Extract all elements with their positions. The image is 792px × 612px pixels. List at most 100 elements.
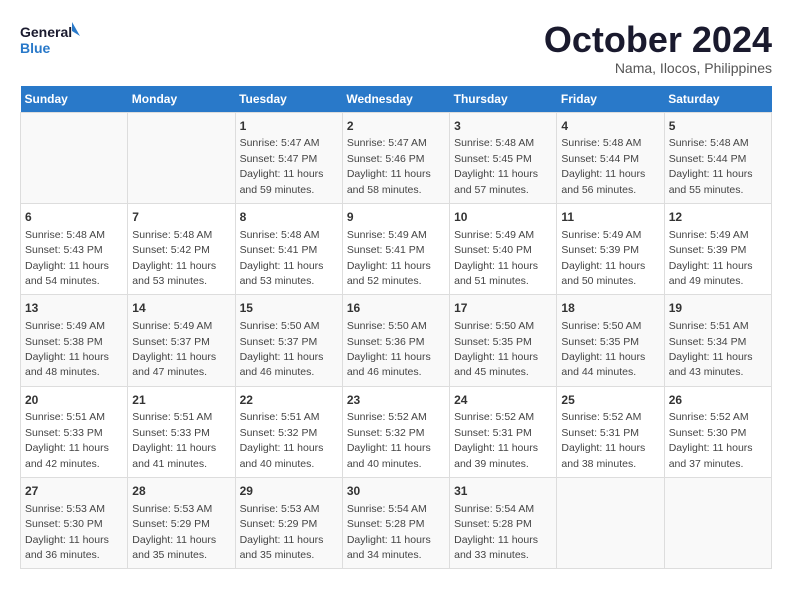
calendar-cell: 26Sunrise: 5:52 AM Sunset: 5:30 PM Dayli… bbox=[664, 386, 771, 477]
day-info: Sunrise: 5:52 AM Sunset: 5:30 PM Dayligh… bbox=[669, 411, 753, 469]
day-number: 10 bbox=[454, 209, 552, 226]
day-info: Sunrise: 5:52 AM Sunset: 5:31 PM Dayligh… bbox=[561, 411, 645, 469]
calendar-cell: 24 Sunrise: 5:52 AM Sunset: 5:31 PM Dayli… bbox=[450, 386, 557, 477]
week-row-2: 6Sunrise: 5:48 AM Sunset: 5:43 PM Daylig… bbox=[21, 203, 772, 294]
day-number: 22 bbox=[240, 392, 338, 409]
day-info: Sunrise: 5:50 AM Sunset: 5:35 PM Dayligh… bbox=[454, 320, 538, 378]
calendar-cell bbox=[21, 112, 128, 203]
day-number: 7 bbox=[132, 209, 230, 226]
calendar-cell bbox=[557, 478, 664, 569]
header: General Blue October 2024 Nama, Ilocos, … bbox=[20, 20, 772, 76]
day-number: 21 bbox=[132, 392, 230, 409]
day-number: 14 bbox=[132, 300, 230, 317]
calendar-cell: 1 Sunrise: 5:47 AM Sunset: 5:47 PM Daylig… bbox=[235, 112, 342, 203]
calendar-cell: 2 Sunrise: 5:47 AM Sunset: 5:46 PM Daylig… bbox=[342, 112, 449, 203]
weekday-header-thursday: Thursday bbox=[450, 86, 557, 113]
calendar-cell: 14 Sunrise: 5:49 AM Sunset: 5:37 PM Dayli… bbox=[128, 295, 235, 386]
day-info: Sunrise: 5:47 AM Sunset: 5:47 PM Dayligh… bbox=[240, 137, 324, 195]
day-number: 31 bbox=[454, 483, 552, 500]
day-number: 29 bbox=[240, 483, 338, 500]
day-info: Sunrise: 5:48 AM Sunset: 5:42 PM Dayligh… bbox=[132, 229, 216, 287]
day-info: Sunrise: 5:48 AM Sunset: 5:44 PM Dayligh… bbox=[669, 137, 753, 195]
calendar-cell: 28 Sunrise: 5:53 AM Sunset: 5:29 PM Dayli… bbox=[128, 478, 235, 569]
week-row-3: 13Sunrise: 5:49 AM Sunset: 5:38 PM Dayli… bbox=[21, 295, 772, 386]
calendar-cell: 29 Sunrise: 5:53 AM Sunset: 5:29 PM Dayli… bbox=[235, 478, 342, 569]
day-info: Sunrise: 5:48 AM Sunset: 5:43 PM Dayligh… bbox=[25, 229, 109, 287]
day-number: 17 bbox=[454, 300, 552, 317]
calendar-cell: 6Sunrise: 5:48 AM Sunset: 5:43 PM Daylig… bbox=[21, 203, 128, 294]
day-info: Sunrise: 5:54 AM Sunset: 5:28 PM Dayligh… bbox=[347, 503, 431, 561]
day-info: Sunrise: 5:49 AM Sunset: 5:41 PM Dayligh… bbox=[347, 229, 431, 287]
day-info: Sunrise: 5:49 AM Sunset: 5:40 PM Dayligh… bbox=[454, 229, 538, 287]
month-title: October 2024 bbox=[544, 20, 772, 60]
day-info: Sunrise: 5:50 AM Sunset: 5:37 PM Dayligh… bbox=[240, 320, 324, 378]
calendar-cell: 16 Sunrise: 5:50 AM Sunset: 5:36 PM Dayli… bbox=[342, 295, 449, 386]
calendar-cell: 27Sunrise: 5:53 AM Sunset: 5:30 PM Dayli… bbox=[21, 478, 128, 569]
week-row-4: 20Sunrise: 5:51 AM Sunset: 5:33 PM Dayli… bbox=[21, 386, 772, 477]
calendar-table: SundayMondayTuesdayWednesdayThursdayFrid… bbox=[20, 86, 772, 570]
location-subtitle: Nama, Ilocos, Philippines bbox=[544, 60, 772, 76]
weekday-header-friday: Friday bbox=[557, 86, 664, 113]
svg-text:Blue: Blue bbox=[20, 40, 51, 56]
logo: General Blue bbox=[20, 20, 80, 60]
svg-text:General: General bbox=[20, 24, 72, 40]
calendar-cell: 19 Sunrise: 5:51 AM Sunset: 5:34 PM Dayli… bbox=[664, 295, 771, 386]
day-number: 16 bbox=[347, 300, 445, 317]
calendar-cell: 3 Sunrise: 5:48 AM Sunset: 5:45 PM Daylig… bbox=[450, 112, 557, 203]
day-number: 3 bbox=[454, 118, 552, 135]
day-info: Sunrise: 5:50 AM Sunset: 5:36 PM Dayligh… bbox=[347, 320, 431, 378]
day-info: Sunrise: 5:48 AM Sunset: 5:45 PM Dayligh… bbox=[454, 137, 538, 195]
calendar-cell: 4 Sunrise: 5:48 AM Sunset: 5:44 PM Daylig… bbox=[557, 112, 664, 203]
day-number: 4 bbox=[561, 118, 659, 135]
logo-svg: General Blue bbox=[20, 20, 80, 60]
day-info: Sunrise: 5:53 AM Sunset: 5:29 PM Dayligh… bbox=[132, 503, 216, 561]
day-number: 19 bbox=[669, 300, 767, 317]
day-info: Sunrise: 5:53 AM Sunset: 5:29 PM Dayligh… bbox=[240, 503, 324, 561]
day-info: Sunrise: 5:49 AM Sunset: 5:37 PM Dayligh… bbox=[132, 320, 216, 378]
calendar-cell: 8 Sunrise: 5:48 AM Sunset: 5:41 PM Daylig… bbox=[235, 203, 342, 294]
day-number: 25 bbox=[561, 392, 659, 409]
day-info: Sunrise: 5:49 AM Sunset: 5:38 PM Dayligh… bbox=[25, 320, 109, 378]
day-number: 5 bbox=[669, 118, 767, 135]
day-info: Sunrise: 5:51 AM Sunset: 5:32 PM Dayligh… bbox=[240, 411, 324, 469]
day-number: 8 bbox=[240, 209, 338, 226]
calendar-cell: 10 Sunrise: 5:49 AM Sunset: 5:40 PM Dayli… bbox=[450, 203, 557, 294]
day-number: 28 bbox=[132, 483, 230, 500]
calendar-cell: 11Sunrise: 5:49 AM Sunset: 5:39 PM Dayli… bbox=[557, 203, 664, 294]
calendar-cell: 13Sunrise: 5:49 AM Sunset: 5:38 PM Dayli… bbox=[21, 295, 128, 386]
day-info: Sunrise: 5:48 AM Sunset: 5:41 PM Dayligh… bbox=[240, 229, 324, 287]
day-info: Sunrise: 5:49 AM Sunset: 5:39 PM Dayligh… bbox=[669, 229, 753, 287]
calendar-cell: 30 Sunrise: 5:54 AM Sunset: 5:28 PM Dayli… bbox=[342, 478, 449, 569]
day-info: Sunrise: 5:52 AM Sunset: 5:31 PM Dayligh… bbox=[454, 411, 538, 469]
calendar-cell bbox=[664, 478, 771, 569]
day-info: Sunrise: 5:51 AM Sunset: 5:34 PM Dayligh… bbox=[669, 320, 753, 378]
weekday-header-saturday: Saturday bbox=[664, 86, 771, 113]
day-info: Sunrise: 5:51 AM Sunset: 5:33 PM Dayligh… bbox=[25, 411, 109, 469]
calendar-cell: 5 Sunrise: 5:48 AM Sunset: 5:44 PM Daylig… bbox=[664, 112, 771, 203]
calendar-cell: 15 Sunrise: 5:50 AM Sunset: 5:37 PM Dayli… bbox=[235, 295, 342, 386]
day-number: 2 bbox=[347, 118, 445, 135]
day-number: 30 bbox=[347, 483, 445, 500]
day-number: 1 bbox=[240, 118, 338, 135]
day-info: Sunrise: 5:48 AM Sunset: 5:44 PM Dayligh… bbox=[561, 137, 645, 195]
day-number: 9 bbox=[347, 209, 445, 226]
day-number: 12 bbox=[669, 209, 767, 226]
weekday-header-monday: Monday bbox=[128, 86, 235, 113]
calendar-cell bbox=[128, 112, 235, 203]
calendar-cell: 23Sunrise: 5:52 AM Sunset: 5:32 PM Dayli… bbox=[342, 386, 449, 477]
weekday-header-sunday: Sunday bbox=[21, 86, 128, 113]
day-info: Sunrise: 5:54 AM Sunset: 5:28 PM Dayligh… bbox=[454, 503, 538, 561]
day-info: Sunrise: 5:51 AM Sunset: 5:33 PM Dayligh… bbox=[132, 411, 216, 469]
day-number: 24 bbox=[454, 392, 552, 409]
calendar-cell: 7 Sunrise: 5:48 AM Sunset: 5:42 PM Daylig… bbox=[128, 203, 235, 294]
weekday-header-row: SundayMondayTuesdayWednesdayThursdayFrid… bbox=[21, 86, 772, 113]
weekday-header-wednesday: Wednesday bbox=[342, 86, 449, 113]
day-info: Sunrise: 5:47 AM Sunset: 5:46 PM Dayligh… bbox=[347, 137, 431, 195]
day-number: 15 bbox=[240, 300, 338, 317]
calendar-cell: 12 Sunrise: 5:49 AM Sunset: 5:39 PM Dayli… bbox=[664, 203, 771, 294]
day-info: Sunrise: 5:49 AM Sunset: 5:39 PM Dayligh… bbox=[561, 229, 645, 287]
week-row-1: 1 Sunrise: 5:47 AM Sunset: 5:47 PM Daylig… bbox=[21, 112, 772, 203]
calendar-cell: 21 Sunrise: 5:51 AM Sunset: 5:33 PM Dayli… bbox=[128, 386, 235, 477]
calendar-cell: 20Sunrise: 5:51 AM Sunset: 5:33 PM Dayli… bbox=[21, 386, 128, 477]
weekday-header-tuesday: Tuesday bbox=[235, 86, 342, 113]
